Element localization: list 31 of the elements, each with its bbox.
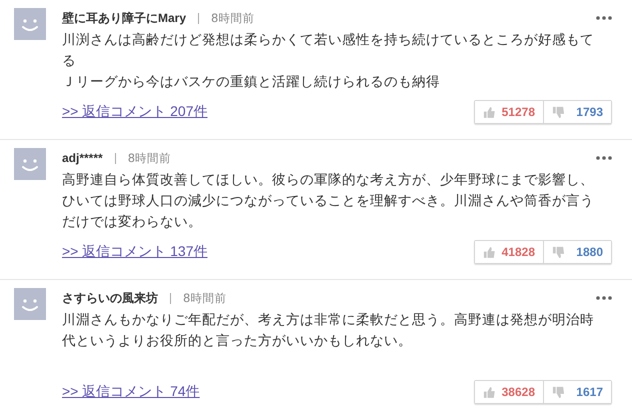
- comment-text: 川渕さんは高齢だけど発想は柔らかくて若い感性を持ち続けているところが好感もてる: [62, 31, 595, 71]
- dislike-button[interactable]: 1793: [543, 101, 611, 123]
- author-name[interactable]: 壁に耳あり障子にMary: [62, 10, 186, 26]
- like-button[interactable]: 38628: [475, 381, 543, 403]
- like-button[interactable]: 41828: [475, 241, 543, 263]
- avatar-icon: [14, 288, 46, 320]
- more-icon[interactable]: [596, 296, 612, 300]
- thumbs-up-icon: [483, 246, 496, 258]
- avatar-icon: [14, 148, 46, 180]
- thumbs-up-icon: [483, 386, 496, 398]
- like-button[interactable]: 51278: [475, 101, 543, 123]
- dislike-button[interactable]: 1880: [543, 241, 611, 263]
- post-time: 8時間前: [211, 10, 254, 26]
- comment-text: 高野連自ら体質改善してほしい。彼らの軍隊的な考え方が、少年野球にまで影響し、ひいては野球人口の減少につながっていることを理解すべき。川淵さんや筒香が言うだけでは変わらない。: [62, 171, 595, 232]
- comment-text: Ｊリーグから今はバスケの重鎮と活躍し続けられるのも納得: [62, 73, 441, 92]
- more-icon[interactable]: [596, 16, 612, 20]
- author-name[interactable]: adj*****: [62, 151, 103, 165]
- replies-link[interactable]: >> 返信コメント 74件: [62, 383, 200, 401]
- post-time: 8時間前: [183, 290, 226, 306]
- comment-text: 川淵さんもかなりご年配だが、考え方は非常に柔軟だと思う。高野連は発想が明治時代というよりお役所的と言った方がいいかもしれない。: [62, 311, 595, 351]
- thumbs-down-icon: [552, 246, 565, 258]
- dislike-button[interactable]: 1617: [543, 381, 611, 403]
- thumbs-down-icon: [552, 386, 565, 398]
- author-name[interactable]: さすらいの風来坊: [62, 290, 158, 306]
- thumbs-down-icon: [552, 106, 565, 118]
- avatar-icon: [14, 8, 46, 40]
- post-time: 8時間前: [128, 150, 172, 166]
- more-icon[interactable]: [596, 156, 612, 160]
- thumbs-up-icon: [483, 106, 496, 118]
- replies-link[interactable]: >> 返信コメント 137件: [62, 243, 208, 261]
- replies-link[interactable]: >> 返信コメント 207件: [62, 103, 208, 121]
